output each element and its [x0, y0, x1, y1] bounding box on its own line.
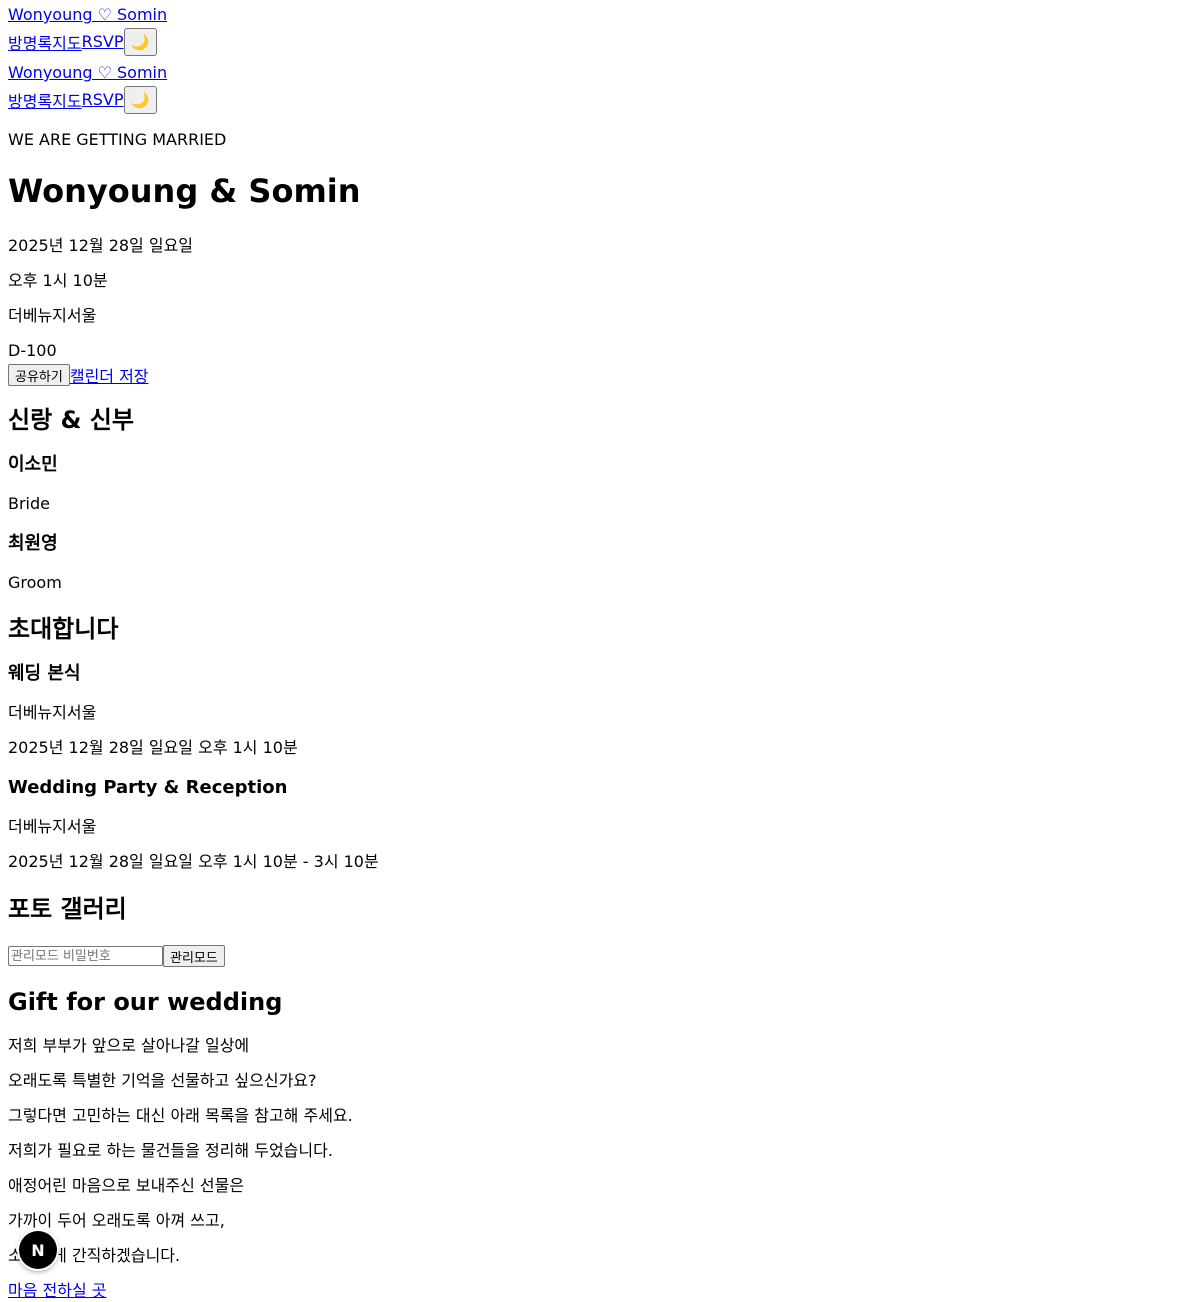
dev-tools-badge[interactable]: N: [19, 1231, 57, 1269]
site-header: Wonyoung ♡ Somin 방명록 지도 RSVP 🌙: [8, 3, 1192, 56]
hero-actions: 공유하기 캘린더 저장: [8, 364, 1192, 386]
groom-name: 최원영: [8, 533, 58, 554]
hero-date: 2025년 12월 28일 일요일: [8, 236, 194, 255]
gift-line: 애정어린 마음으로 보내주신 선물은: [8, 1176, 245, 1195]
party-time: 2025년 12월 28일 일요일 오후 1시 10분 - 3시 10분: [8, 852, 379, 871]
share-button[interactable]: 공유하기: [8, 364, 70, 386]
nav-guestbook-link-mobile[interactable]: 방명록: [8, 88, 52, 112]
theme-toggle-button-mobile[interactable]: 🌙: [123, 85, 157, 114]
hero-title: Wonyoung & Somin: [8, 172, 361, 210]
admin-mode-button[interactable]: 관리모드: [163, 945, 225, 967]
bride-name: 이소민: [8, 454, 58, 475]
gift-line: 가까이 두어 오래도록 아껴 쓰고,: [8, 1211, 225, 1230]
gift-line: 오래도록 특별한 기억을 선물하고 싶으신가요?: [8, 1071, 317, 1090]
nav-bar-mobile: 방명록 지도 RSVP 🌙: [8, 85, 1192, 114]
gift-heading: Gift for our wedding: [8, 988, 283, 1016]
party-venue: 더베뉴지서울: [8, 817, 97, 836]
ceremony-title: 웨딩 본식: [8, 663, 81, 684]
home-link-mobile[interactable]: Wonyoung ♡ Somin: [8, 61, 1192, 85]
gift-line: 소중하게 간직하겠습니다.: [8, 1246, 181, 1265]
admin-controls: 관리모드: [8, 945, 1192, 967]
gift-line: 그렇다면 고민하는 대신 아래 목록을 참고해 주세요.: [8, 1106, 353, 1125]
moon-icon: 🌙: [130, 90, 150, 109]
nav-map-link[interactable]: 지도: [52, 30, 81, 54]
ceremony-time: 2025년 12월 28일 일요일 오후 1시 10분: [8, 738, 298, 757]
groom-role: Groom: [8, 573, 62, 592]
invite-heading: 초대합니다: [8, 615, 119, 643]
site-header-mobile: Wonyoung ♡ Somin 방명록 지도 RSVP 🌙: [8, 61, 1192, 114]
couple-section: 신랑 & 신부 이소민 Bride 최원영 Groom: [8, 406, 1192, 594]
couple-heading: 신랑 & 신부: [8, 406, 134, 434]
nav-rsvp-link-mobile[interactable]: RSVP: [82, 90, 124, 109]
gallery-heading: 포토 갤러리: [8, 895, 127, 923]
moon-icon: 🌙: [130, 32, 150, 51]
hero-venue: 더베뉴지서울: [8, 306, 97, 325]
nav-bar: 방명록 지도 RSVP 🌙: [8, 27, 1192, 56]
gift-line: 저희 부부가 앞으로 살아나갈 일상에: [8, 1036, 250, 1055]
theme-toggle-button[interactable]: 🌙: [123, 27, 157, 56]
gift-line: 저희가 필요로 하는 물건들을 정리해 두었습니다.: [8, 1141, 333, 1160]
party-title: Wedding Party & Reception: [8, 777, 288, 798]
hero-time: 오후 1시 10분: [8, 271, 108, 290]
ceremony-venue: 더베뉴지서울: [8, 703, 97, 722]
hero-kicker: WE ARE GETTING MARRIED: [8, 130, 227, 149]
home-link[interactable]: Wonyoung ♡ Somin: [8, 3, 1192, 27]
nav-map-link-mobile[interactable]: 지도: [52, 88, 81, 112]
bride-role: Bride: [8, 494, 50, 513]
next-logo-icon: N: [31, 1240, 45, 1260]
nav-guestbook-link[interactable]: 방명록: [8, 30, 52, 54]
invite-section: 초대합니다 웨딩 본식 더베뉴지서울 2025년 12월 28일 일요일 오후 …: [8, 615, 1192, 873]
hero-section: WE ARE GETTING MARRIED Wonyoung & Somin …: [8, 129, 1192, 386]
page: Wonyoung ♡ Somin 방명록 지도 RSVP 🌙 Wonyoung ♡ S…: [0, 3, 1200, 1302]
nav-rsvp-link[interactable]: RSVP: [82, 32, 124, 51]
gift-section: Gift for our wedding 저희 부부가 앞으로 살아나갈 일상에…: [8, 988, 1192, 1302]
calendar-save-link[interactable]: 캘린더 저장: [70, 363, 149, 387]
dday-counter: D-100: [8, 341, 57, 360]
admin-password-input[interactable]: [8, 946, 163, 966]
gallery-section: 포토 갤러리 관리모드: [8, 895, 1192, 967]
